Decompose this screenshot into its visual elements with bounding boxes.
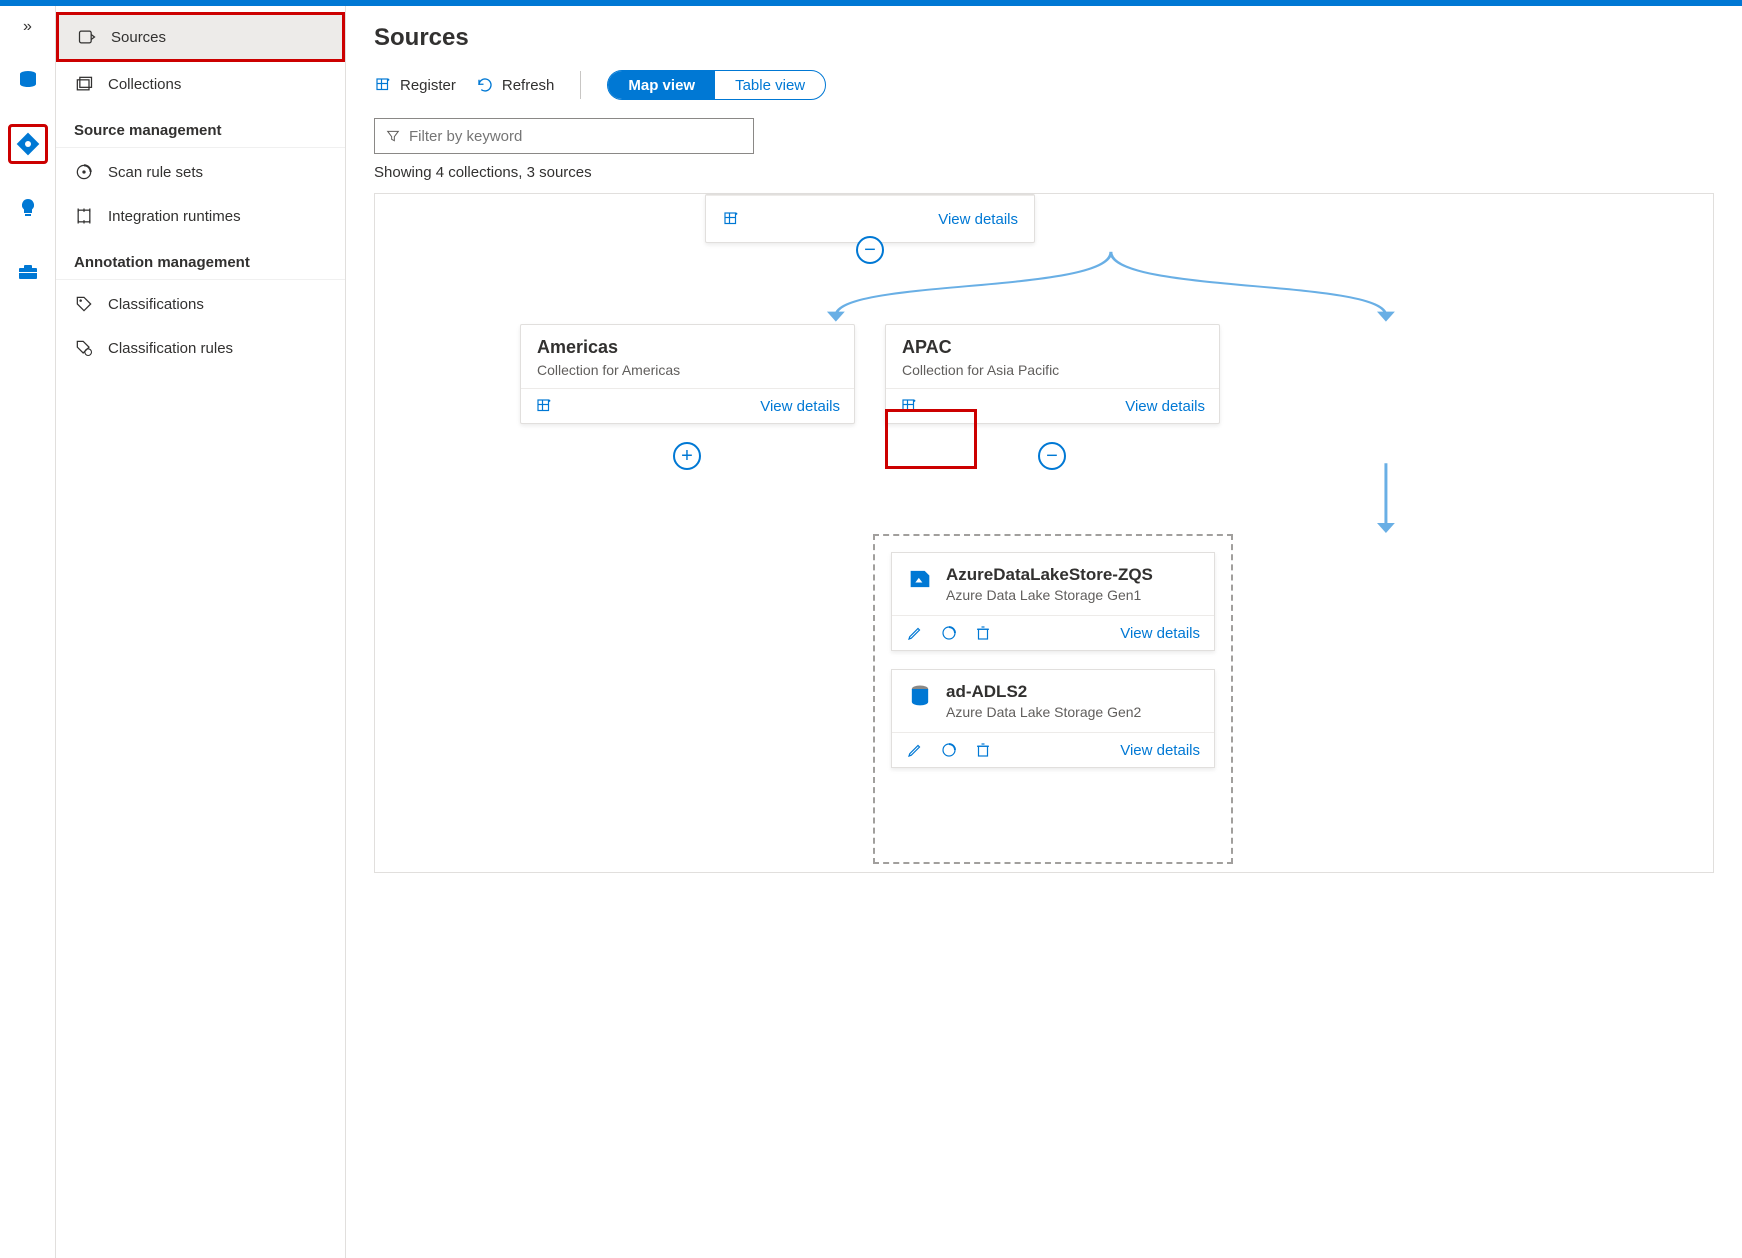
refresh-label: Refresh bbox=[502, 77, 555, 94]
nav-sources-label: Sources bbox=[111, 29, 166, 46]
rail-management[interactable] bbox=[8, 252, 48, 292]
americas-title: Americas bbox=[537, 337, 838, 358]
rail-sources-selected[interactable] bbox=[8, 124, 48, 164]
main-content: Sources Register Refresh Map view Table … bbox=[346, 6, 1742, 1258]
collapse-apac-button[interactable] bbox=[1038, 442, 1066, 470]
collections-icon bbox=[74, 74, 94, 94]
apac-title: APAC bbox=[902, 337, 1203, 358]
view-details-link[interactable]: View details bbox=[938, 211, 1018, 228]
register-label: Register bbox=[400, 77, 456, 94]
lightbulb-icon bbox=[16, 196, 40, 220]
sources-diamond-icon bbox=[16, 132, 40, 156]
view-details-link[interactable]: View details bbox=[760, 398, 840, 415]
view-toggle: Map view Table view bbox=[607, 70, 826, 100]
nav-integration-runtimes-label: Integration runtimes bbox=[108, 208, 241, 225]
adls-gen1-icon bbox=[906, 565, 934, 593]
nav-scan-rule-sets-label: Scan rule sets bbox=[108, 164, 203, 181]
collapse-root-button[interactable] bbox=[856, 236, 884, 264]
database-icon bbox=[16, 68, 40, 92]
filter-icon bbox=[385, 128, 401, 144]
source-card-2: ad-ADLS2 Azure Data Lake Storage Gen2 Vi… bbox=[891, 669, 1215, 768]
nav-scan-rule-sets[interactable]: Scan rule sets bbox=[56, 150, 345, 194]
americas-sub: Collection for Americas bbox=[537, 362, 838, 378]
rail-data-catalog[interactable] bbox=[8, 60, 48, 100]
toolbox-icon bbox=[16, 260, 40, 284]
nav-collections[interactable]: Collections bbox=[56, 62, 345, 106]
nav-classifications[interactable]: Classifications bbox=[56, 282, 345, 326]
expand-americas-button[interactable] bbox=[673, 442, 701, 470]
view-details-link[interactable]: View details bbox=[1125, 398, 1205, 415]
edit-icon[interactable] bbox=[906, 741, 924, 759]
register-icon bbox=[374, 76, 392, 94]
showing-text: Showing 4 collections, 3 sources bbox=[374, 164, 1714, 181]
americas-card: Americas Collection for Americas View de… bbox=[520, 324, 855, 424]
nav-header-annotation-mgmt: Annotation management bbox=[56, 238, 345, 280]
nav-collections-label: Collections bbox=[108, 76, 181, 93]
nav-sources[interactable]: Sources bbox=[56, 12, 345, 62]
refresh-icon bbox=[476, 76, 494, 94]
source-2-sub: Azure Data Lake Storage Gen2 bbox=[946, 704, 1141, 720]
rail-insights[interactable] bbox=[8, 188, 48, 228]
register-icon[interactable] bbox=[535, 397, 553, 415]
source-1-title: AzureDataLakeStore-ZQS bbox=[946, 565, 1153, 585]
source-2-title: ad-ADLS2 bbox=[946, 682, 1141, 702]
edit-icon[interactable] bbox=[906, 624, 924, 642]
expand-rail-button[interactable]: » bbox=[23, 18, 32, 36]
source-1-sub: Azure Data Lake Storage Gen1 bbox=[946, 587, 1153, 603]
table-view-button[interactable]: Table view bbox=[715, 71, 825, 99]
nav-classification-rules[interactable]: Classification rules bbox=[56, 326, 345, 370]
toolbar: Register Refresh Map view Table view bbox=[374, 70, 1714, 100]
apac-sub: Collection for Asia Pacific bbox=[902, 362, 1203, 378]
sources-icon bbox=[77, 27, 97, 47]
delete-icon[interactable] bbox=[974, 624, 992, 642]
nav-integration-runtimes[interactable]: Integration runtimes bbox=[56, 194, 345, 238]
adls-gen2-icon bbox=[906, 682, 934, 710]
side-navigation: Sources Collections Source management Sc… bbox=[56, 6, 346, 1258]
scan-icon[interactable] bbox=[940, 741, 958, 759]
highlight-frame-apac-register bbox=[885, 409, 977, 469]
nav-classifications-label: Classifications bbox=[108, 296, 204, 313]
refresh-button[interactable]: Refresh bbox=[476, 76, 555, 94]
runtime-icon bbox=[74, 206, 94, 226]
scan-icon bbox=[74, 162, 94, 182]
filter-box[interactable] bbox=[374, 118, 754, 154]
page-title: Sources bbox=[374, 24, 1714, 52]
scan-icon[interactable] bbox=[940, 624, 958, 642]
apac-sources-container: AzureDataLakeStore-ZQS Azure Data Lake S… bbox=[873, 534, 1233, 864]
view-details-link[interactable]: View details bbox=[1120, 742, 1200, 759]
view-details-link[interactable]: View details bbox=[1120, 625, 1200, 642]
delete-icon[interactable] bbox=[974, 741, 992, 759]
tag-gear-icon bbox=[74, 338, 94, 358]
icon-rail: » bbox=[0, 6, 56, 1258]
tag-icon bbox=[74, 294, 94, 314]
nav-classification-rules-label: Classification rules bbox=[108, 340, 233, 357]
toolbar-separator bbox=[580, 71, 581, 99]
register-icon[interactable] bbox=[722, 210, 740, 228]
source-card-1: AzureDataLakeStore-ZQS Azure Data Lake S… bbox=[891, 552, 1215, 651]
map-canvas: View details Americas Collection for Ame… bbox=[374, 193, 1714, 873]
register-button[interactable]: Register bbox=[374, 76, 456, 94]
nav-header-source-mgmt: Source management bbox=[56, 106, 345, 148]
map-view-button[interactable]: Map view bbox=[608, 71, 715, 99]
filter-input[interactable] bbox=[409, 128, 743, 145]
